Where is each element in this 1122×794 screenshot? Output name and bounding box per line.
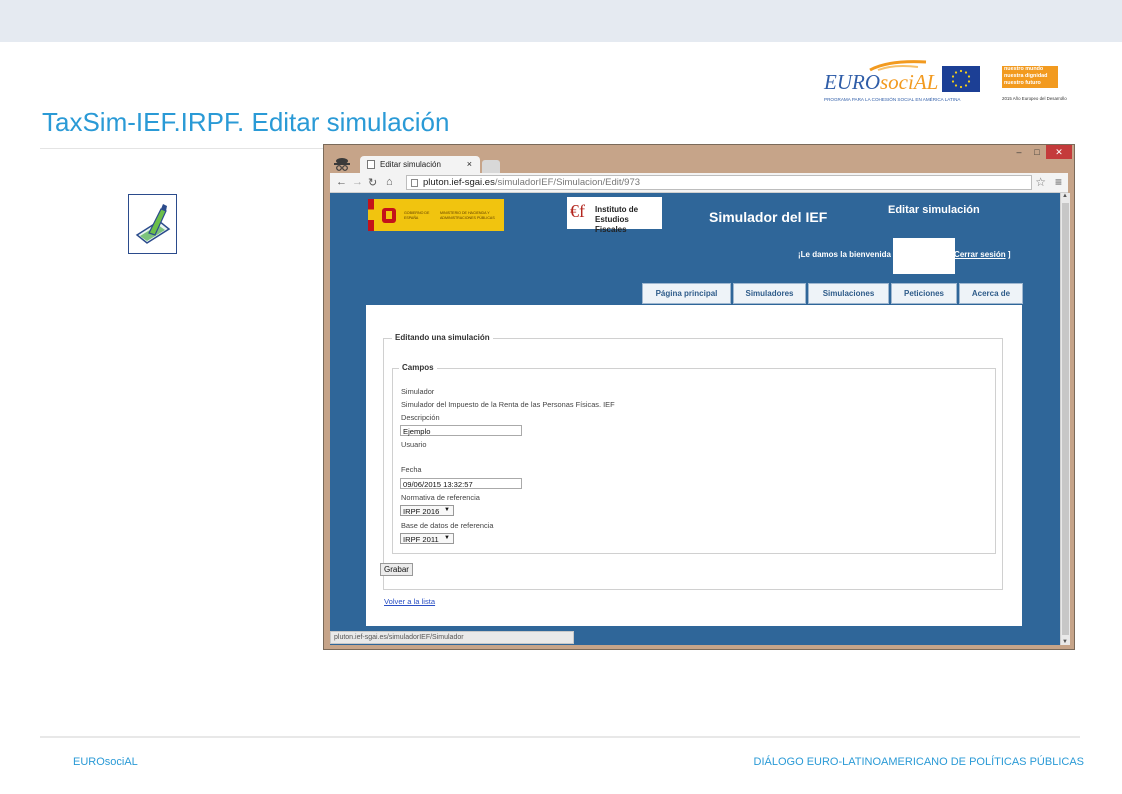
gobierno-text: GOBIERNO DE ESPAÑA <box>404 211 430 220</box>
ministerio-text: MINISTERIO DE HACIENDA Y ADMINISTRACIONE… <box>440 211 495 220</box>
descripcion-label: Descripción <box>401 413 440 422</box>
tab-title: Editar simulación <box>380 160 441 169</box>
close-window-button[interactable]: ✕ <box>1046 145 1072 159</box>
redacted-username <box>893 238 955 274</box>
save-button[interactable]: Grabar <box>380 563 413 576</box>
normativa-label: Normativa de referencia <box>401 493 480 502</box>
nuestro-mundo-logo: nuestro mundo nuestra dignidad nuestro f… <box>1002 66 1080 106</box>
home-icon[interactable]: ⌂ <box>386 176 393 188</box>
logout-link[interactable]: [Cerrar sesión <box>951 250 1005 259</box>
incognito-icon <box>334 158 350 171</box>
gobierno-espana-logo: GOBIERNO DE ESPAÑA MINISTERIO DE HACIEND… <box>368 199 504 231</box>
eurosocial-wordmark: EUROsociAL <box>824 70 939 94</box>
scroll-up-icon[interactable]: ▲ <box>1062 193 1068 199</box>
eurosocial-logo: EUROsociAL PROGRAMA PARA LA COHESIÓN SOC… <box>822 58 984 106</box>
back-arrow-icon[interactable]: ← <box>336 176 347 188</box>
nav-tab-simuladores[interactable]: Simuladores <box>733 283 806 304</box>
nav-tab-simulaciones[interactable]: Simulaciones <box>808 283 889 304</box>
dropdown-arrow-icon: ▼ <box>444 507 450 513</box>
forward-arrow-icon[interactable]: → <box>352 176 363 188</box>
footer-divider <box>40 736 1080 738</box>
edit-fieldset-legend: Editando una simulación <box>392 333 493 342</box>
spain-flag-icon <box>368 199 374 231</box>
eu-flag-icon <box>942 66 980 92</box>
status-bar: pluton.ief-sgai.es/simuladorIEF/Simulado… <box>330 631 574 644</box>
top-band <box>0 0 1122 42</box>
base-datos-select[interactable]: IRPF 2011 ▼ <box>400 533 454 544</box>
fecha-input[interactable]: 09/06/2015 13:32:57 <box>400 478 522 489</box>
normativa-select[interactable]: IRPF 2016 ▼ <box>400 505 454 516</box>
scroll-down-icon[interactable]: ▼ <box>1062 639 1068 645</box>
tab-close-icon[interactable]: × <box>467 159 472 169</box>
usuario-label: Usuario <box>401 440 427 449</box>
url-path: /simuladorIEF/Simulacion/Edit/973 <box>494 177 641 188</box>
simulador-label: Simulador <box>401 387 435 396</box>
fields-legend: Campos <box>399 363 437 372</box>
ief-name-line2: Estudios Fiscales <box>595 215 629 234</box>
ief-logo: €f Instituto de Estudios Fiscales <box>567 197 662 234</box>
fecha-label: Fecha <box>401 465 422 474</box>
web-page: GOBIERNO DE ESPAÑA MINISTERIO DE HACIEND… <box>330 193 1060 645</box>
browser-tab-active[interactable]: Editar simulación × <box>360 156 480 173</box>
browser-toolbar: ← → ↻ ⌂ pluton.ief-sgai.es/simuladorIEF/… <box>330 173 1068 193</box>
simulador-value: Simulador del Impuesto de la Renta de la… <box>401 400 615 409</box>
url-host: pluton.ief-sgai.es <box>423 177 495 188</box>
bookmark-star-icon[interactable]: ☆ <box>1035 175 1046 189</box>
maximize-button[interactable]: □ <box>1028 145 1046 159</box>
reload-icon[interactable]: ↻ <box>368 176 377 189</box>
eurosocial-subtitle: PROGRAMA PARA LA COHESIÓN SOCIAL EN AMÉR… <box>824 97 961 102</box>
site-title: Simulador del IEF <box>709 209 828 225</box>
main-content: Editando una simulación Campos Simulador… <box>366 305 1022 626</box>
nav-tab-peticiones[interactable]: Peticiones <box>891 283 957 304</box>
nav-tab-acerca[interactable]: Acerca de <box>959 283 1023 304</box>
fields-fieldset: Campos Simulador Simulador del Impuesto … <box>392 363 996 554</box>
dropdown-arrow-icon: ▼ <box>444 535 450 541</box>
vertical-scrollbar[interactable]: ▲ ▼ <box>1060 193 1070 645</box>
footer-tagline: DIÁLOGO EURO-LATINOAMERICANO DE POLÍTICA… <box>753 756 1084 768</box>
page-icon <box>367 160 375 169</box>
site-nav: Página principal Simuladores Simulacione… <box>642 283 1025 304</box>
coat-of-arms-icon <box>382 208 396 223</box>
ief-name-line1: Instituto de <box>595 205 639 214</box>
browser-window: Editar simulación × – □ ✕ ← → ↻ ⌂ pluton… <box>323 144 1075 650</box>
descripcion-input[interactable]: Ejemplo <box>400 425 522 436</box>
nav-tab-home[interactable]: Página principal <box>642 283 731 304</box>
window-controls: – □ ✕ <box>1010 145 1072 161</box>
scrollbar-thumb[interactable] <box>1062 203 1069 635</box>
browser-menu-icon[interactable]: ≡ <box>1055 175 1062 189</box>
new-tab-button[interactable] <box>482 160 500 173</box>
edit-document-icon <box>128 194 177 254</box>
page-heading: Editar simulación <box>888 204 980 216</box>
footer-brand: EUROsociAL <box>73 756 138 768</box>
slide-title: TaxSim-IEF.IRPF. Editar simulación <box>42 107 450 137</box>
address-bar[interactable]: pluton.ief-sgai.es/simuladorIEF/Simulaci… <box>406 175 1032 190</box>
page-info-icon <box>411 179 418 187</box>
base-datos-label: Base de datos de referencia <box>401 521 494 530</box>
nuestro-mundo-badge: nuestro mundo nuestra dignidad nuestro f… <box>1002 66 1058 88</box>
ief-monogram: €f <box>570 201 585 221</box>
european-year-caption: 2015 Año Europeo del Desarrollo <box>1002 96 1067 101</box>
edit-fieldset: Editando una simulación Campos Simulador… <box>383 333 1003 590</box>
minimize-button[interactable]: – <box>1010 145 1028 159</box>
back-to-list-link[interactable]: Volver a la lista <box>384 597 435 606</box>
